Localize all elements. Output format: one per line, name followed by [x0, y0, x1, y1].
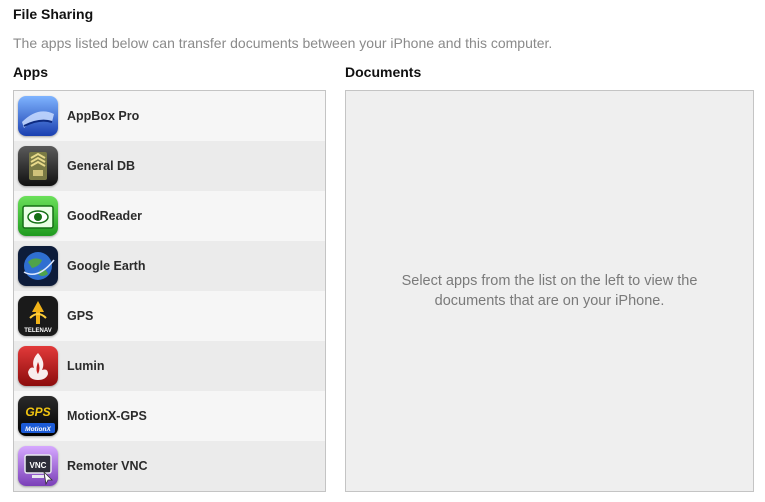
motionx-gps-wordmark: GPS	[25, 405, 50, 419]
telenav-wordmark: TELENAV	[24, 328, 52, 334]
app-label: Google Earth	[67, 259, 146, 273]
app-label: AppBox Pro	[67, 109, 140, 123]
app-label: General DB	[67, 159, 136, 173]
apps-list[interactable]: AppBox Pro General DB GoodReader Google …	[13, 90, 326, 492]
app-label: GoodReader	[67, 209, 143, 223]
goodreader-icon	[18, 196, 58, 236]
app-label: GPS	[67, 309, 94, 323]
app-row-gps[interactable]: TELENAV GPS	[14, 291, 325, 341]
remoter-vnc-icon: VNC	[18, 446, 58, 486]
general-db-icon	[18, 146, 58, 186]
motionx-wordmark: MotionX	[25, 426, 51, 433]
lumin-icon	[18, 346, 58, 386]
apps-heading: Apps	[13, 64, 48, 80]
file-sharing-description: The apps listed below can transfer docum…	[13, 35, 553, 51]
motionx-gps-icon: GPS MotionX	[18, 396, 58, 436]
app-row-google-earth[interactable]: Google Earth	[14, 241, 325, 291]
telenav-gps-icon: TELENAV	[18, 296, 58, 336]
appbox-pro-icon	[18, 96, 58, 136]
app-row-appbox-pro[interactable]: AppBox Pro	[14, 91, 325, 141]
app-row-remoter-vnc[interactable]: VNC Remoter VNC	[14, 441, 325, 491]
app-label: MotionX-GPS	[67, 409, 147, 423]
documents-panel: Select apps from the list on the left to…	[345, 90, 754, 492]
google-earth-icon	[18, 246, 58, 286]
documents-heading: Documents	[345, 64, 422, 80]
file-sharing-title: File Sharing	[13, 6, 94, 22]
app-row-motionx-gps[interactable]: GPS MotionX MotionX-GPS	[14, 391, 325, 441]
vnc-wordmark: VNC	[30, 461, 47, 470]
app-row-general-db[interactable]: General DB	[14, 141, 325, 191]
app-label: Lumin	[67, 359, 105, 373]
app-row-goodreader[interactable]: GoodReader	[14, 191, 325, 241]
documents-empty-message: Select apps from the list on the left to…	[401, 273, 698, 309]
app-row-lumin[interactable]: Lumin	[14, 341, 325, 391]
app-label: Remoter VNC	[67, 459, 148, 473]
